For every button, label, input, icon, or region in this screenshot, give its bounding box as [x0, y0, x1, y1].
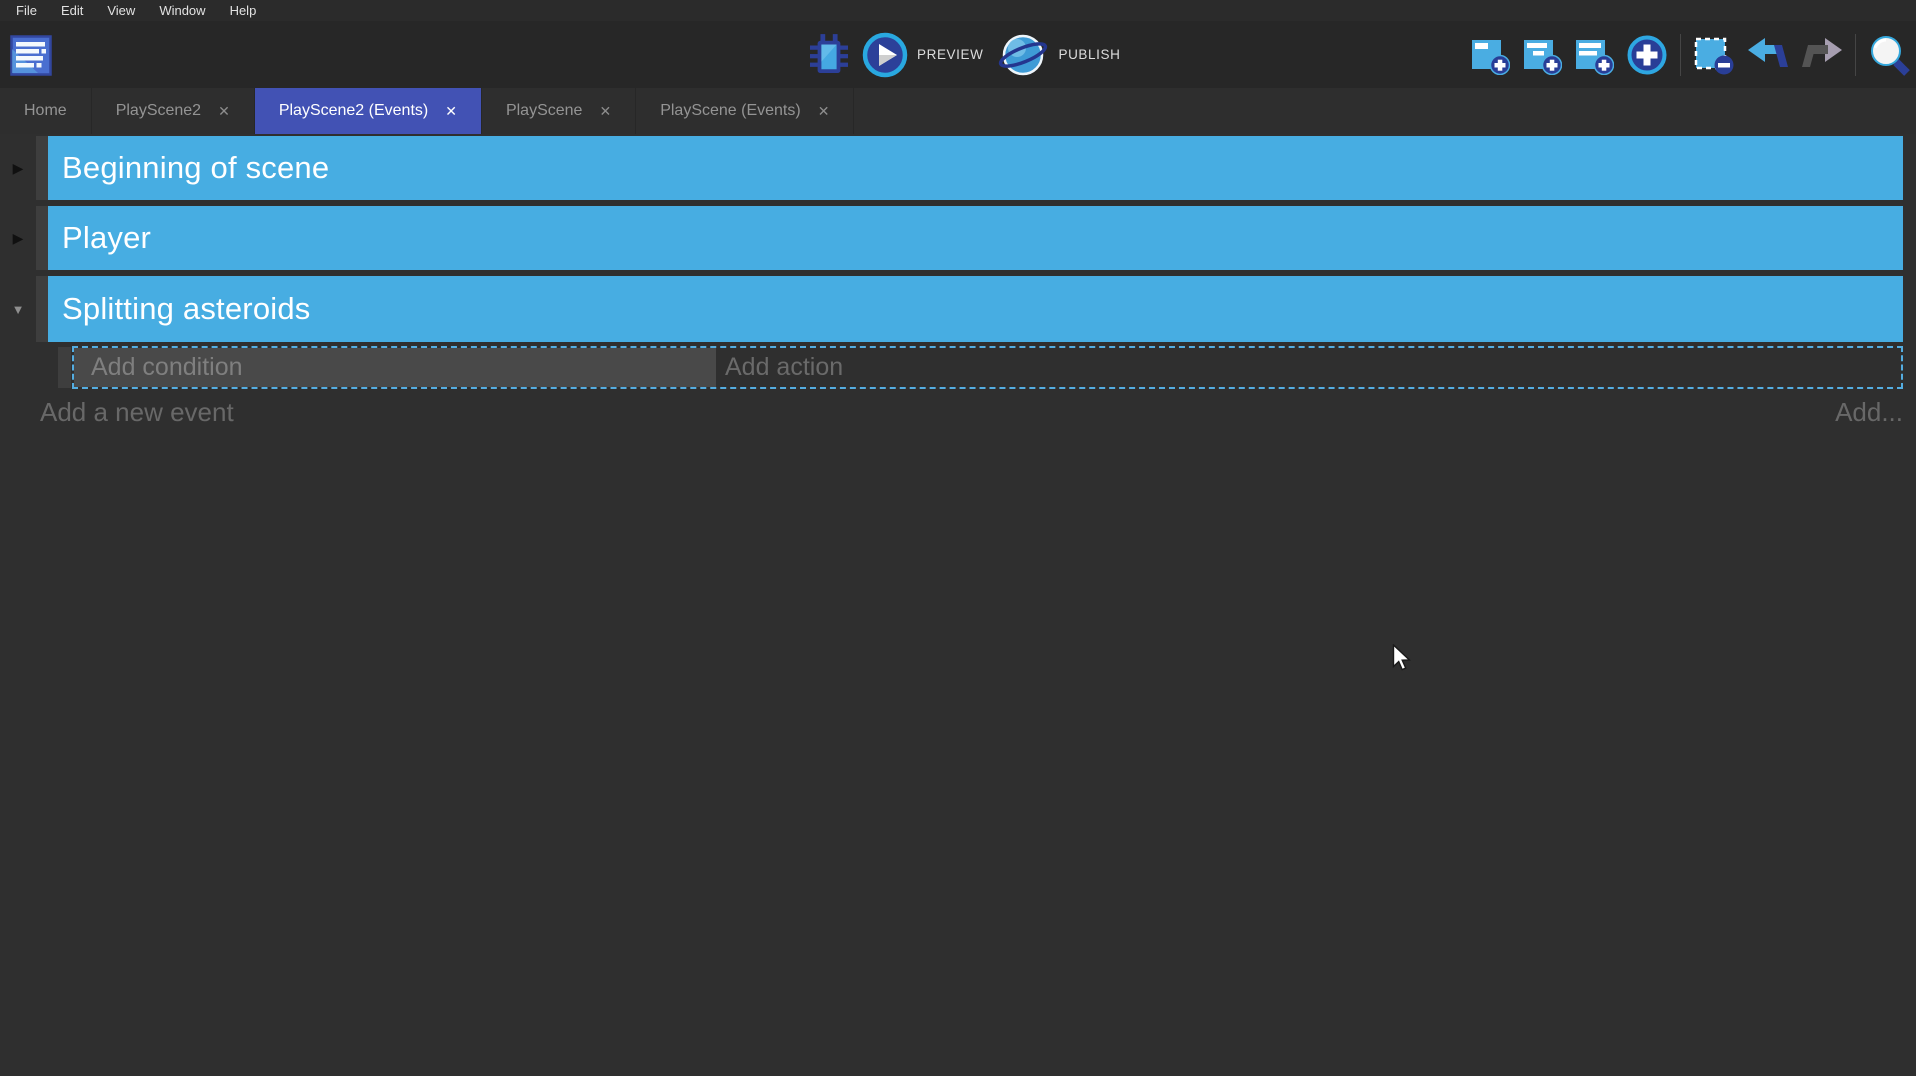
event-drag-handle[interactable] — [36, 276, 48, 342]
menu-window[interactable]: Window — [147, 1, 217, 20]
expand-arrow-icon[interactable]: ▶ — [0, 136, 36, 200]
tab-label: PlayScene (Events) — [660, 102, 801, 120]
toolbar-separator — [1680, 34, 1681, 76]
tab-playscene[interactable]: PlayScene ✕ — [482, 88, 636, 134]
event-group-splitting-asteroids[interactable]: Splitting asteroids — [48, 276, 1903, 342]
menu-help[interactable]: Help — [218, 1, 269, 20]
debugger-button[interactable] — [810, 32, 848, 78]
choose-add-button[interactable] — [1626, 34, 1668, 76]
tab-home[interactable]: Home — [0, 88, 92, 134]
event-group-row: ▶ Player — [0, 206, 1903, 270]
event-group-row: ▼ Splitting asteroids — [0, 276, 1903, 342]
event-selection-outline[interactable]: Add condition Add action — [72, 346, 1903, 389]
tab-bar: Home PlayScene2 ✕ PlayScene2 (Events) ✕ … — [0, 88, 1916, 134]
toolbar-right-group — [1470, 21, 1910, 88]
add-event-button[interactable] — [1470, 35, 1510, 75]
group-title: Splitting asteroids — [62, 291, 311, 327]
add-subevent-button[interactable] — [1522, 35, 1562, 75]
event-drag-handle[interactable] — [36, 206, 48, 270]
add-comment-button[interactable] — [1574, 35, 1614, 75]
tab-label: Home — [24, 102, 67, 120]
redo-button[interactable] — [1801, 37, 1843, 73]
tab-playscene2[interactable]: PlayScene2 ✕ — [92, 88, 255, 134]
add-new-event-button[interactable]: Add a new event — [40, 397, 234, 428]
collapse-arrow-icon[interactable]: ▼ — [0, 276, 36, 342]
group-title: Beginning of scene — [62, 150, 329, 186]
project-manager-icon — [10, 33, 52, 77]
toolbar-center-group: PREVIEW PUBLISH — [810, 21, 1120, 88]
event-drag-handle[interactable] — [36, 136, 48, 200]
menu-edit[interactable]: Edit — [49, 1, 95, 20]
gdevelop-window: File Edit View Window Help — [0, 0, 1916, 1076]
preview-button[interactable]: PREVIEW — [862, 32, 983, 78]
search-events-button[interactable] — [1868, 34, 1910, 76]
tab-label: PlayScene2 — [116, 102, 201, 120]
close-tab-icon[interactable]: ✕ — [599, 103, 611, 120]
events-sheet: ▶ Beginning of scene ▶ Player ▼ Splittin… — [0, 134, 1916, 1076]
preview-label: PREVIEW — [917, 47, 983, 62]
undo-button[interactable] — [1747, 37, 1789, 73]
undo-icon — [1747, 37, 1789, 73]
event-drag-handle[interactable] — [58, 347, 71, 388]
close-tab-icon[interactable]: ✕ — [818, 103, 830, 120]
circle-plus-icon — [1626, 34, 1668, 76]
tab-playscene-events[interactable]: PlayScene (Events) ✕ — [636, 88, 854, 134]
tab-label: PlayScene — [506, 102, 583, 120]
publish-label: PUBLISH — [1058, 47, 1120, 62]
close-tab-icon[interactable]: ✕ — [445, 103, 457, 120]
main-toolbar: PREVIEW PUBLISH — [0, 21, 1916, 88]
play-circle-icon — [862, 32, 908, 78]
add-subevent-icon — [1522, 35, 1562, 75]
event-group-player[interactable]: Player — [48, 206, 1903, 270]
add-more-menu-button[interactable]: Add... — [1835, 397, 1903, 428]
menu-bar: File Edit View Window Help — [0, 0, 1916, 21]
bug-icon — [810, 32, 848, 78]
redo-icon — [1801, 37, 1843, 73]
toolbar-separator — [1855, 34, 1856, 76]
publish-button[interactable]: PUBLISH — [997, 32, 1120, 78]
event-group-row: ▶ Beginning of scene — [0, 136, 1903, 200]
add-condition-area[interactable]: Add condition — [74, 348, 716, 387]
selected-empty-event: Add condition Add action — [0, 346, 1903, 389]
project-manager-button[interactable] — [10, 33, 52, 80]
group-title: Player — [62, 220, 151, 256]
add-event-row: Add a new event Add... — [40, 397, 1903, 428]
delete-selection-icon — [1693, 34, 1735, 76]
tab-label: PlayScene2 (Events) — [279, 102, 428, 120]
menu-file[interactable]: File — [4, 1, 49, 20]
search-icon — [1868, 34, 1910, 76]
planet-icon — [997, 32, 1049, 78]
menu-view[interactable]: View — [95, 1, 147, 20]
add-action-area[interactable]: Add action — [716, 348, 1901, 387]
close-tab-icon[interactable]: ✕ — [218, 103, 230, 120]
event-group-beginning-of-scene[interactable]: Beginning of scene — [48, 136, 1903, 200]
tab-playscene2-events[interactable]: PlayScene2 (Events) ✕ — [255, 88, 482, 134]
add-event-icon — [1470, 35, 1510, 75]
delete-selection-button[interactable] — [1693, 34, 1735, 76]
expand-arrow-icon[interactable]: ▶ — [0, 206, 36, 270]
add-comment-icon — [1574, 35, 1614, 75]
